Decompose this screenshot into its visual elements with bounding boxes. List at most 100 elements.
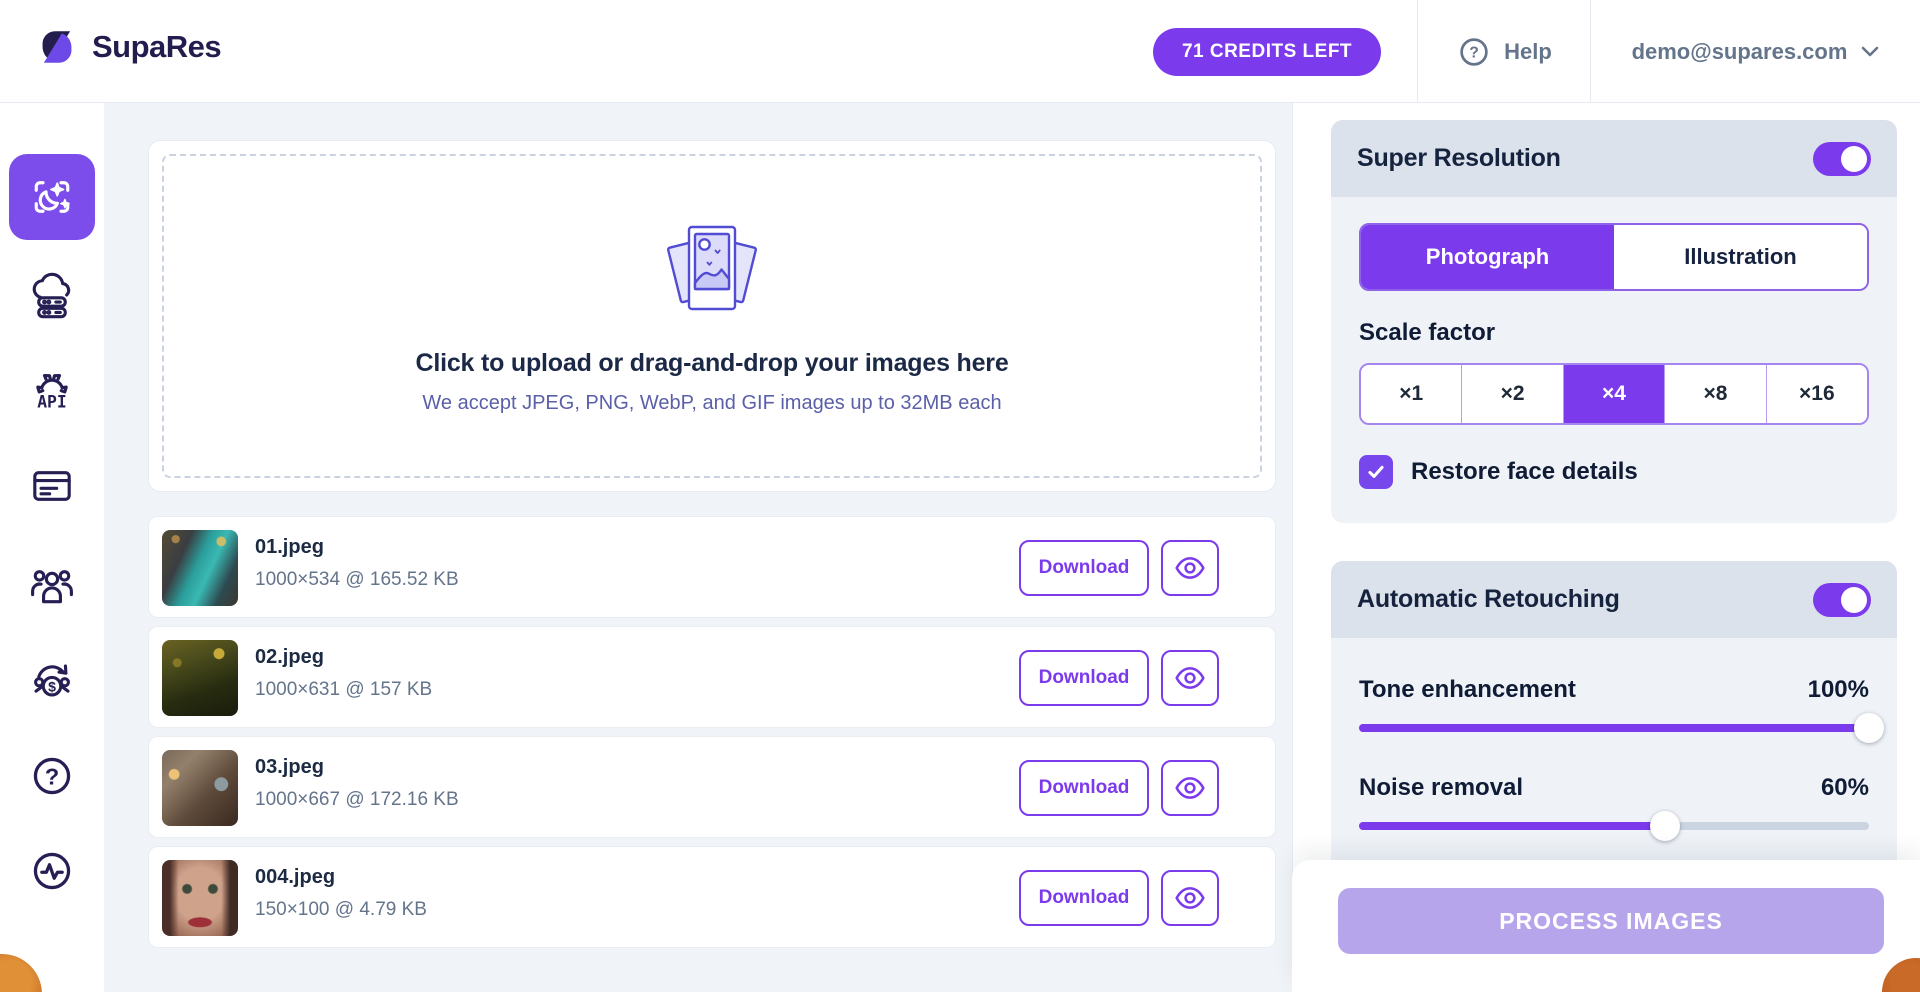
download-button[interactable]: Download xyxy=(1019,650,1149,706)
noise-slider-knob[interactable] xyxy=(1650,811,1680,841)
logo-mark-icon xyxy=(36,26,78,68)
upload-subtext: We accept JPEG, PNG, WebP, and GIF image… xyxy=(422,392,1001,415)
logo-text: SupaRes xyxy=(92,29,221,65)
api-gear-icon: API xyxy=(27,366,77,416)
file-name: 004.jpeg xyxy=(255,866,335,889)
file-name: 02.jpeg xyxy=(255,646,324,669)
team-icon xyxy=(27,561,77,611)
super-resolution-toggle[interactable] xyxy=(1813,142,1871,176)
toggle-knob xyxy=(1841,587,1867,613)
mode-option-photograph[interactable]: Photograph xyxy=(1361,225,1614,289)
tone-slider-knob[interactable] xyxy=(1854,713,1884,743)
file-thumbnail[interactable] xyxy=(162,750,238,826)
scale-option-x4[interactable]: ×4 xyxy=(1564,365,1665,423)
file-meta: 1000×534 @ 165.52 KB xyxy=(255,569,459,591)
noise-label: Noise removal xyxy=(1359,774,1523,802)
file-row: 03.jpeg 1000×667 @ 172.16 KB Download xyxy=(148,736,1276,838)
process-images-button[interactable]: PROCESS IMAGES xyxy=(1338,888,1884,954)
photos-stack-icon xyxy=(648,217,776,319)
scale-option-x1[interactable]: ×1 xyxy=(1361,365,1462,423)
retouching-header: Automatic Retouching xyxy=(1331,561,1897,638)
account-menu[interactable]: demo@supares.com xyxy=(1591,0,1920,103)
sidebar-item-team[interactable] xyxy=(0,560,104,612)
restore-face-label: Restore face details xyxy=(1411,458,1638,486)
noise-slider[interactable] xyxy=(1359,822,1869,830)
panel-footer: PROCESS IMAGES xyxy=(1292,860,1920,992)
file-meta: 150×100 @ 4.79 KB xyxy=(255,899,427,921)
retouching-toggle[interactable] xyxy=(1813,583,1871,617)
file-name: 01.jpeg xyxy=(255,536,324,559)
help-label: Help xyxy=(1504,39,1552,65)
sidebar-item-api[interactable]: API xyxy=(0,365,104,417)
top-header: SupaRes 71 CREDITS LEFT ? Help demo@supa… xyxy=(0,0,1920,103)
eye-icon xyxy=(1174,556,1206,580)
file-thumbnail[interactable] xyxy=(162,530,238,606)
upload-card: Click to upload or drag-and-drop your im… xyxy=(148,140,1276,492)
file-row: 01.jpeg 1000×534 @ 165.52 KB Download xyxy=(148,516,1276,618)
tone-slider[interactable] xyxy=(1359,724,1869,732)
sidebar-nav: API xyxy=(0,103,104,992)
sidebar-item-status[interactable] xyxy=(0,845,104,897)
file-row: 004.jpeg 150×100 @ 4.79 KB Download xyxy=(148,846,1276,948)
upload-headline: Click to upload or drag-and-drop your im… xyxy=(415,349,1008,378)
billing-card-icon xyxy=(27,461,77,511)
file-thumbnail[interactable] xyxy=(162,640,238,716)
sidebar-item-storage[interactable] xyxy=(0,271,104,323)
tone-slider-fill xyxy=(1359,724,1869,732)
logo[interactable]: SupaRes xyxy=(36,26,221,68)
cloud-storage-icon xyxy=(27,272,77,322)
help-circle-icon: ? xyxy=(27,751,77,801)
chevron-down-icon xyxy=(1861,46,1879,57)
sidebar-item-refunds[interactable]: $ xyxy=(0,655,104,707)
upload-dropzone[interactable]: Click to upload or drag-and-drop your im… xyxy=(162,154,1262,478)
file-thumbnail[interactable] xyxy=(162,860,238,936)
settings-panel: Super Resolution Photograph Illustration… xyxy=(1292,103,1920,992)
file-row: 02.jpeg 1000×631 @ 157 KB Download xyxy=(148,626,1276,728)
noise-value: 60% xyxy=(1821,774,1869,802)
scale-option-x16[interactable]: ×16 xyxy=(1767,365,1867,423)
super-resolution-header: Super Resolution xyxy=(1331,120,1897,197)
sidebar-item-help[interactable]: ? xyxy=(0,750,104,802)
scale-option-x2[interactable]: ×2 xyxy=(1462,365,1563,423)
super-resolution-title: Super Resolution xyxy=(1357,144,1561,173)
app-window: SupaRes 71 CREDITS LEFT ? Help demo@supa… xyxy=(0,0,1920,992)
noise-slider-fill xyxy=(1359,822,1665,830)
download-button[interactable]: Download xyxy=(1019,760,1149,816)
restore-face-checkbox[interactable] xyxy=(1359,455,1393,489)
restore-face-row: Restore face details xyxy=(1359,455,1869,493)
mode-segmented-control: Photograph Illustration xyxy=(1359,223,1869,291)
file-meta: 1000×667 @ 172.16 KB xyxy=(255,789,459,811)
eye-icon xyxy=(1174,776,1206,800)
super-resolution-card: Super Resolution Photograph Illustration… xyxy=(1331,120,1897,523)
tone-slider-row: Tone enhancement 100% xyxy=(1359,676,1869,704)
credits-badge[interactable]: 71 CREDITS LEFT xyxy=(1153,28,1381,76)
scale-factor-label: Scale factor xyxy=(1359,319,1869,347)
scale-option-x8[interactable]: ×8 xyxy=(1665,365,1766,423)
preview-button[interactable] xyxy=(1161,540,1219,596)
preview-button[interactable] xyxy=(1161,760,1219,816)
retouching-title: Automatic Retouching xyxy=(1357,585,1620,614)
preview-button[interactable] xyxy=(1161,870,1219,926)
tone-label: Tone enhancement xyxy=(1359,676,1576,704)
eye-icon xyxy=(1174,666,1206,690)
file-meta: 1000×631 @ 157 KB xyxy=(255,679,432,701)
tone-value: 100% xyxy=(1808,676,1869,704)
download-button[interactable]: Download xyxy=(1019,870,1149,926)
mode-option-illustration[interactable]: Illustration xyxy=(1614,225,1867,289)
help-question-icon: ? xyxy=(1456,34,1492,70)
svg-text:$: $ xyxy=(48,678,56,694)
noise-slider-row: Noise removal 60% xyxy=(1359,774,1869,802)
eye-icon xyxy=(1174,886,1206,910)
scale-factor-group: ×1 ×2 ×4 ×8 ×16 xyxy=(1359,363,1869,425)
super-resolution-body: Photograph Illustration Scale factor ×1 … xyxy=(1331,197,1897,523)
preview-button[interactable] xyxy=(1161,650,1219,706)
toggle-knob xyxy=(1841,146,1867,172)
svg-text:?: ? xyxy=(1469,44,1479,61)
sidebar-item-billing[interactable] xyxy=(0,460,104,512)
download-button[interactable]: Download xyxy=(1019,540,1149,596)
status-pulse-icon xyxy=(27,846,77,896)
sidebar-item-enhance[interactable] xyxy=(9,154,95,240)
account-email: demo@supares.com xyxy=(1632,39,1848,65)
file-name: 03.jpeg xyxy=(255,756,324,779)
help-button[interactable]: ? Help xyxy=(1418,0,1590,103)
